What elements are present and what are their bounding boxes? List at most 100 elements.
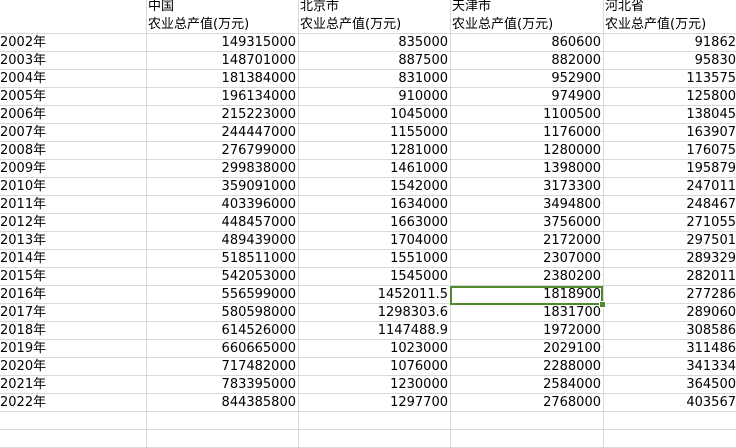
cell-1[interactable]: 244447000 bbox=[146, 124, 298, 142]
cell-2[interactable]: 1551000 bbox=[298, 250, 450, 268]
cell-3[interactable]: 3173300 bbox=[450, 178, 603, 196]
cell-4[interactable]: 277286 bbox=[603, 286, 736, 304]
cell-1[interactable]: 489439000 bbox=[146, 232, 298, 250]
cell-1[interactable]: 299838000 bbox=[146, 160, 298, 178]
header-cell-1[interactable]: 农业总产值(万元) bbox=[146, 16, 298, 34]
cell-2[interactable]: 1663000 bbox=[298, 214, 450, 232]
fill-handle[interactable] bbox=[599, 301, 606, 308]
cell-2[interactable]: 1281000 bbox=[298, 142, 450, 160]
cell-0[interactable]: 2021年 bbox=[0, 376, 146, 394]
cell-0[interactable]: 2010年 bbox=[0, 178, 146, 196]
cell-0[interactable]: 2013年 bbox=[0, 232, 146, 250]
cell-2[interactable]: 1155000 bbox=[298, 124, 450, 142]
cell-0[interactable]: 2012年 bbox=[0, 214, 146, 232]
cell-3[interactable]: 2768000 bbox=[450, 394, 603, 412]
cell-0[interactable]: 2016年 bbox=[0, 286, 146, 304]
cell-4[interactable]: 297501 bbox=[603, 232, 736, 250]
cell-3[interactable]: 1831700 bbox=[450, 304, 603, 322]
cell-0[interactable]: 2018年 bbox=[0, 322, 146, 340]
cell-1[interactable]: 660665000 bbox=[146, 340, 298, 358]
cell-2[interactable]: 1298303.6 bbox=[298, 304, 450, 322]
cell-2[interactable]: 1542000 bbox=[298, 178, 450, 196]
cell-3[interactable]: 974900 bbox=[450, 88, 603, 106]
cell-4[interactable]: 364500 bbox=[603, 376, 736, 394]
cell-4[interactable]: 311486 bbox=[603, 340, 736, 358]
cell-1[interactable]: 542053000 bbox=[146, 268, 298, 286]
cell-1[interactable]: 359091000 bbox=[146, 178, 298, 196]
cell-2[interactable]: 887500 bbox=[298, 52, 450, 70]
cell-4[interactable]: 163907 bbox=[603, 124, 736, 142]
cell-2[interactable]: 1634000 bbox=[298, 196, 450, 214]
cell-3[interactable]: 3756000 bbox=[450, 214, 603, 232]
cell-1[interactable]: 580598000 bbox=[146, 304, 298, 322]
header-cell-3[interactable]: 天津市 bbox=[450, 0, 603, 16]
cell-4[interactable]: 289329 bbox=[603, 250, 736, 268]
cell-2[interactable]: 835000 bbox=[298, 34, 450, 52]
header-cell-0[interactable] bbox=[0, 16, 146, 34]
cell-3[interactable]: 1280000 bbox=[450, 142, 603, 160]
cell-2[interactable]: 1045000 bbox=[298, 106, 450, 124]
cell-3[interactable]: 2584000 bbox=[450, 376, 603, 394]
cell-2[interactable]: 1230000 bbox=[298, 376, 450, 394]
header-cell-0[interactable] bbox=[0, 0, 146, 16]
cell-4[interactable]: 271055 bbox=[603, 214, 736, 232]
spreadsheet-grid[interactable]: 中国 北京市 天津市 河北省 农业总产值(万元) 农业总产值(万元) 农业总产值(万元) 农业… bbox=[0, 0, 736, 448]
cell-0[interactable]: 2014年 bbox=[0, 250, 146, 268]
cell-1[interactable]: 181384000 bbox=[146, 70, 298, 88]
cell-3[interactable]: 1972000 bbox=[450, 322, 603, 340]
cell-4[interactable]: 95830 bbox=[603, 52, 736, 70]
cell-1[interactable]: 215223000 bbox=[146, 106, 298, 124]
cell-4[interactable]: 113575 bbox=[603, 70, 736, 88]
cell-3[interactable]: 1100500 bbox=[450, 106, 603, 124]
cell-4[interactable]: 289060 bbox=[603, 304, 736, 322]
cell-2[interactable]: 1023000 bbox=[298, 340, 450, 358]
cell-4[interactable]: 91862 bbox=[603, 34, 736, 52]
cell-4[interactable]: 282011 bbox=[603, 268, 736, 286]
cell-1[interactable]: 448457000 bbox=[146, 214, 298, 232]
cell-1[interactable]: 148701000 bbox=[146, 52, 298, 70]
cell-0[interactable]: 2019年 bbox=[0, 340, 146, 358]
cell-3[interactable]: 952900 bbox=[450, 70, 603, 88]
cell-4[interactable]: 248467 bbox=[603, 196, 736, 214]
cell-1[interactable]: 149315000 bbox=[146, 34, 298, 52]
cell-2[interactable]: 1147488.9 bbox=[298, 322, 450, 340]
cell-0[interactable]: 2006年 bbox=[0, 106, 146, 124]
cell-3[interactable]: 1176000 bbox=[450, 124, 603, 142]
cell-1[interactable]: 556599000 bbox=[146, 286, 298, 304]
cell-1[interactable]: 276799000 bbox=[146, 142, 298, 160]
cell-1[interactable]: 196134000 bbox=[146, 88, 298, 106]
cell-3[interactable]: 2307000 bbox=[450, 250, 603, 268]
cell-1[interactable]: 783395000 bbox=[146, 376, 298, 394]
cell-0[interactable]: 2007年 bbox=[0, 124, 146, 142]
cell-4[interactable]: 195879 bbox=[603, 160, 736, 178]
cell-4[interactable]: 247011 bbox=[603, 178, 736, 196]
cell-2[interactable]: 910000 bbox=[298, 88, 450, 106]
cell-1[interactable]: 717482000 bbox=[146, 358, 298, 376]
cell-2[interactable]: 1461000 bbox=[298, 160, 450, 178]
cell-3[interactable]: 1398000 bbox=[450, 160, 603, 178]
cell-4[interactable]: 138045 bbox=[603, 106, 736, 124]
cell-3[interactable]: 1818900 bbox=[450, 286, 603, 304]
header-cell-4[interactable]: 农业总产值(万元) bbox=[603, 16, 736, 34]
cell-3[interactable]: 3494800 bbox=[450, 196, 603, 214]
cell-1[interactable]: 403396000 bbox=[146, 196, 298, 214]
cell-1[interactable]: 518511000 bbox=[146, 250, 298, 268]
cell-2[interactable]: 1704000 bbox=[298, 232, 450, 250]
cell-3[interactable]: 2172000 bbox=[450, 232, 603, 250]
cell-3[interactable]: 860600 bbox=[450, 34, 603, 52]
cell-0[interactable]: 2008年 bbox=[0, 142, 146, 160]
header-cell-1[interactable]: 中国 bbox=[146, 0, 298, 16]
cell-4[interactable]: 176075 bbox=[603, 142, 736, 160]
cell-3[interactable]: 2380200 bbox=[450, 268, 603, 286]
cell-2[interactable]: 1545000 bbox=[298, 268, 450, 286]
cell-0[interactable]: 2022年 bbox=[0, 394, 146, 412]
cell-2[interactable]: 831000 bbox=[298, 70, 450, 88]
cell-1[interactable]: 614526000 bbox=[146, 322, 298, 340]
cell-4[interactable]: 308586 bbox=[603, 322, 736, 340]
cell-0[interactable]: 2002年 bbox=[0, 34, 146, 52]
header-cell-4[interactable]: 河北省 bbox=[603, 0, 736, 16]
cell-0[interactable]: 2005年 bbox=[0, 88, 146, 106]
cell-4[interactable]: 125800 bbox=[603, 88, 736, 106]
cell-2[interactable]: 1076000 bbox=[298, 358, 450, 376]
cell-0[interactable]: 2011年 bbox=[0, 196, 146, 214]
